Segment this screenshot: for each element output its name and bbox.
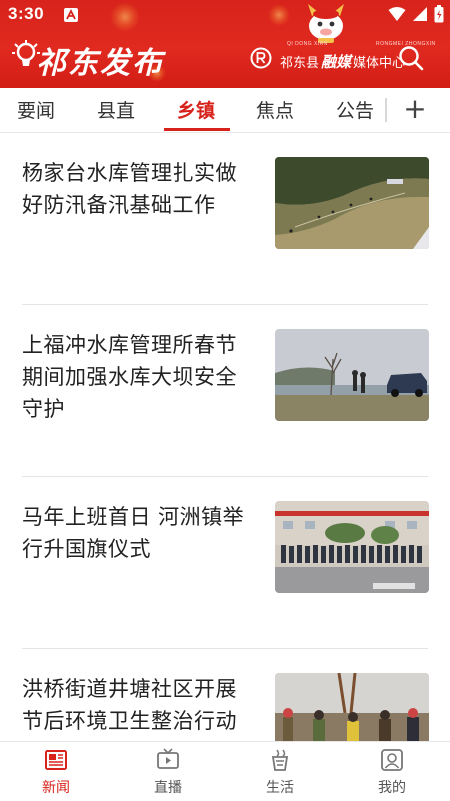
media-center-small-text: QI DONG XIAN [287, 41, 328, 47]
tv-icon [157, 748, 179, 769]
news-item[interactable]: 杨家台水库管理扎实做好防汛备汛基础工作 [0, 133, 450, 305]
tab-gonggao[interactable]: 公告 [336, 96, 374, 123]
mascot-icon [308, 4, 344, 43]
news-title: 杨家台水库管理扎实做好防汛备汛基础工作 [22, 161, 237, 217]
news-item[interactable]: 上福冲水库管理所春节期间加强水库大坝安全守护 [0, 305, 450, 477]
media-center-name: 祁东县 融媒 媒体中心 [280, 51, 405, 72]
news-list: 杨家台水库管理扎实做好防汛备汛基础工作 上福冲水库管理所春节期间加强水库大坝安全… [0, 133, 450, 741]
nav-news[interactable]: 新闻 [0, 742, 112, 801]
nav-label: 生活 [266, 780, 294, 796]
news-thumbnail [275, 501, 429, 593]
app-header: 3:30 祁东发布 QI DONG XIAN RONGMEI ZHONGXIN … [0, 0, 450, 88]
nav-label: 我的 [378, 780, 406, 796]
status-time: 3:30 [8, 4, 45, 23]
nav-live[interactable]: 直播 [112, 742, 224, 801]
media-center-stylized: 融媒 [321, 53, 352, 71]
life-icon [271, 749, 289, 771]
tabs-divider [385, 98, 387, 122]
add-channel-button[interactable]: + [400, 90, 430, 128]
news-title: 马年上班首日 河洲镇举行升国旗仪式 [22, 505, 245, 561]
news-thumbnail [275, 329, 429, 421]
status-icons [388, 5, 444, 23]
newspaper-icon [45, 750, 67, 770]
tab-xiangzhen[interactable]: 乡镇 [177, 96, 215, 123]
battery-icon [434, 5, 444, 23]
news-item[interactable]: 洪桥街道井塘社区开展节后环境卫生整治行动 [0, 649, 450, 741]
nav-label: 直播 [154, 780, 182, 796]
news-title: 洪桥街道井塘社区开展节后环境卫生整治行动 [22, 677, 237, 733]
signal-icon [413, 7, 427, 21]
media-center-prefix: 祁东县 [280, 56, 320, 71]
notification-a-icon [64, 8, 78, 22]
search-icon[interactable] [398, 45, 424, 71]
wifi-icon [388, 7, 406, 21]
channel-tabs: 要闻 县直 乡镇 焦点 公告 + [0, 88, 450, 133]
app-title: 祁东发布 [36, 46, 164, 81]
bottom-navigation: 新闻 直播 生活 我的 [0, 741, 450, 801]
tab-yaowen[interactable]: 要闻 [17, 96, 55, 123]
tab-xianzhi[interactable]: 县直 [97, 96, 135, 123]
status-bar: 3:30 [0, 0, 450, 30]
news-thumbnail [275, 157, 429, 249]
active-tab-indicator [164, 128, 230, 131]
news-title: 上福冲水库管理所春节期间加强水库大坝安全守护 [22, 333, 237, 421]
nav-life[interactable]: 生活 [224, 742, 336, 801]
nav-label: 新闻 [42, 780, 70, 796]
profile-icon [381, 749, 403, 771]
registered-logo-icon [250, 47, 272, 69]
tab-jiaodian[interactable]: 焦点 [256, 96, 294, 123]
news-thumbnail [275, 673, 429, 741]
nav-profile[interactable]: 我的 [336, 742, 448, 801]
news-item[interactable]: 马年上班首日 河洲镇举行升国旗仪式 [0, 477, 450, 649]
